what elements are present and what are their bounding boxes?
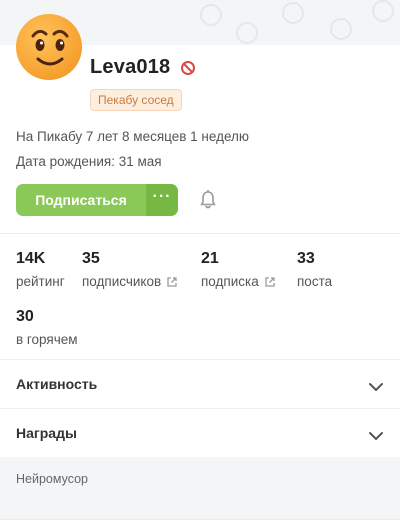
divider — [0, 233, 400, 234]
stat-hot[interactable]: 30 в горячем — [16, 308, 78, 347]
subscribe-button[interactable]: Подписаться — [16, 184, 146, 216]
birthday: Дата рождения: 31 мая — [16, 154, 162, 169]
stat-label: поста — [297, 274, 333, 289]
chevron-down-icon — [368, 379, 384, 391]
pattern-decoration — [330, 18, 352, 40]
bell-icon[interactable] — [198, 189, 218, 211]
avatar[interactable] — [16, 14, 82, 80]
more-dots-icon: ··· — [152, 188, 172, 205]
activity-section-toggle[interactable]: Активность — [0, 360, 400, 408]
stat-value: 14K — [16, 250, 46, 267]
user-badge: Пекабу сосед — [90, 89, 182, 111]
pattern-decoration — [282, 2, 304, 24]
external-link-icon — [166, 276, 178, 288]
username: Leva018 — [90, 56, 171, 78]
ban-icon — [180, 60, 196, 76]
stat-label: подписчиков — [82, 274, 162, 289]
awards-title: Награды — [16, 425, 77, 441]
stat-value: 35 — [82, 250, 100, 267]
more-options-button[interactable]: ··· — [146, 184, 178, 216]
chevron-down-icon — [368, 428, 384, 440]
bottom-strip — [0, 519, 400, 526]
awards-section-toggle[interactable]: Награды — [0, 409, 400, 457]
pattern-decoration — [372, 0, 394, 22]
membership-duration: На Пикабу 7 лет 8 месяцев 1 неделю — [16, 129, 250, 144]
stat-subscriptions[interactable]: 21 подписка — [201, 250, 276, 289]
avatar-face-icon — [31, 29, 69, 66]
stat-label: рейтинг — [16, 274, 65, 289]
stat-subscribers[interactable]: 35 подписчиков — [82, 250, 178, 289]
stat-value: 21 — [201, 250, 219, 267]
stat-posts[interactable]: 33 поста — [297, 250, 332, 289]
stat-value: 33 — [297, 250, 315, 267]
subscribe-group: Подписаться ··· — [16, 184, 178, 216]
stat-label: в горячем — [16, 332, 78, 347]
pattern-decoration — [200, 4, 222, 26]
profile-note: Нейромусор — [16, 472, 89, 486]
profile-note-box: Нейромусор — [0, 457, 400, 519]
stat-rating: 14K рейтинг — [16, 250, 65, 289]
username-row: Leva018 — [90, 56, 196, 79]
pattern-decoration — [236, 22, 258, 44]
stat-label: подписка — [201, 274, 259, 289]
stat-value: 30 — [16, 308, 34, 325]
external-link-icon — [264, 276, 276, 288]
activity-title: Активность — [16, 376, 98, 392]
